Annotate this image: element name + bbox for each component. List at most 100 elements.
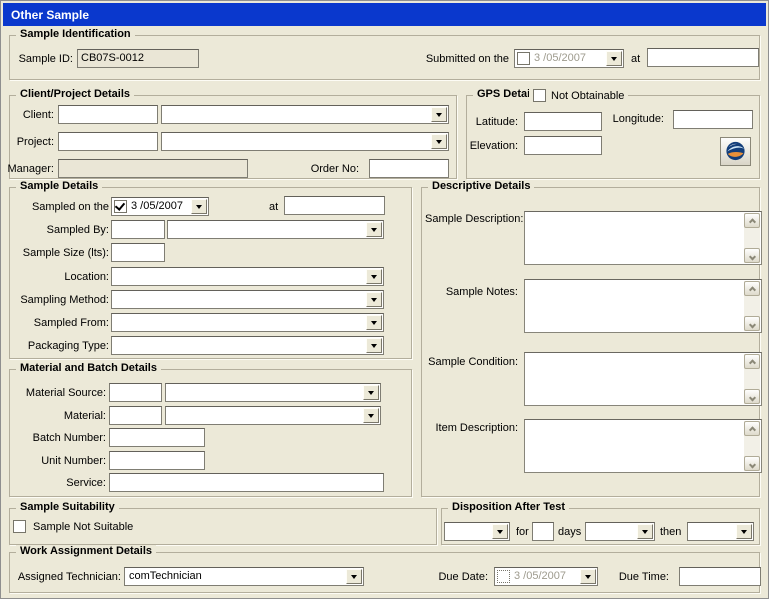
sampling-method-dropdown-button[interactable] (366, 292, 382, 307)
submitted-date-picker[interactable]: 3 /05/2007 (514, 49, 624, 68)
unit-number-label: Unit Number: (9, 455, 106, 468)
sample-description-textarea[interactable] (524, 211, 762, 265)
sampling-method-combo[interactable] (111, 290, 384, 309)
service-field[interactable] (109, 473, 384, 492)
sampled-date-checkbox[interactable] (114, 200, 127, 213)
scrollbar-down-button[interactable] (744, 248, 760, 263)
sampling-method-label: Sampling Method: (9, 294, 109, 307)
dropdown-arrow-icon (368, 391, 374, 395)
submitted-date-value: 3 /05/2007 (534, 52, 586, 65)
not-obtainable-label: Not Obtainable (551, 90, 624, 102)
sampled-by-code-field[interactable] (111, 220, 165, 239)
disposition-period-combo[interactable] (585, 522, 655, 541)
scroll-up-icon (748, 218, 755, 225)
gps-locate-button[interactable] (720, 137, 751, 166)
sample-description-label: Sample Description: (425, 213, 518, 226)
material-source-combo[interactable] (165, 383, 381, 402)
sampled-by-dropdown-button[interactable] (366, 222, 382, 237)
project-code-field[interactable] (58, 132, 158, 151)
submitted-at-field[interactable] (647, 48, 759, 67)
disposition-days-field[interactable] (532, 522, 554, 541)
scrollbar-up-button[interactable] (744, 281, 760, 296)
sample-size-field[interactable] (111, 243, 165, 262)
submitted-date-checkbox[interactable] (517, 52, 530, 65)
sample-not-suitable-checkbox[interactable] (13, 520, 26, 533)
batch-number-label: Batch Number: (9, 432, 106, 445)
assigned-technician-combo[interactable]: comTechnician (124, 567, 364, 586)
disposition-dropdown-button[interactable] (492, 524, 508, 539)
scrollbar-down-button[interactable] (744, 389, 760, 404)
disposition-then-combo[interactable] (687, 522, 754, 541)
material-combo[interactable] (165, 406, 381, 425)
elevation-field[interactable] (524, 136, 602, 155)
packaging-type-dropdown-button[interactable] (366, 338, 382, 353)
sampled-date-picker[interactable]: 3 /05/2007 (111, 197, 209, 216)
group-title-disposition: Disposition After Test (448, 501, 569, 513)
material-dropdown-button[interactable] (363, 408, 379, 423)
due-date-checkbox[interactable] (497, 570, 510, 583)
manager-label: Manager: (3, 163, 54, 176)
scrollbar-down-button[interactable] (744, 316, 760, 331)
client-combo[interactable] (161, 105, 449, 124)
client-code-field[interactable] (58, 105, 158, 124)
dropdown-arrow-icon (585, 575, 591, 579)
item-description-textarea[interactable] (524, 419, 762, 473)
project-dropdown-button[interactable] (431, 134, 447, 149)
dropdown-arrow-icon (371, 321, 377, 325)
disposition-days-label: days (558, 526, 581, 539)
sample-condition-textarea[interactable] (524, 352, 762, 406)
batch-number-field[interactable] (109, 428, 205, 447)
item-description-scrollbar[interactable] (744, 421, 760, 471)
sample-notes-textarea[interactable] (524, 279, 762, 333)
client-dropdown-button[interactable] (431, 107, 447, 122)
not-obtainable-checkbox[interactable] (533, 89, 546, 102)
sampled-by-combo[interactable] (167, 220, 384, 239)
disposition-for-label: for (516, 526, 529, 539)
scroll-up-icon (748, 426, 755, 433)
longitude-field[interactable] (673, 110, 753, 129)
longitude-label: Longitude: (611, 113, 664, 126)
sampled-at-label: at (269, 201, 278, 214)
scroll-up-icon (748, 286, 755, 293)
material-label: Material: (9, 410, 106, 423)
due-date-dropdown-button[interactable] (580, 569, 596, 584)
unit-number-field[interactable] (109, 451, 205, 470)
location-combo[interactable] (111, 267, 384, 286)
material-source-code-field[interactable] (109, 383, 162, 402)
sample-notes-scrollbar[interactable] (744, 281, 760, 331)
sampled-from-dropdown-button[interactable] (366, 315, 382, 330)
item-description-label: Item Description: (425, 422, 518, 435)
project-combo[interactable] (161, 132, 449, 151)
sampled-date-dropdown-button[interactable] (191, 199, 207, 214)
disposition-period-dropdown-button[interactable] (637, 524, 653, 539)
sampled-from-combo[interactable] (111, 313, 384, 332)
scrollbar-up-button[interactable] (744, 421, 760, 436)
disposition-combo[interactable] (444, 522, 510, 541)
scrollbar-up-button[interactable] (744, 354, 760, 369)
disposition-then-dropdown-button[interactable] (736, 524, 752, 539)
packaging-type-combo[interactable] (111, 336, 384, 355)
sample-condition-label: Sample Condition: (425, 356, 518, 369)
scroll-down-icon (748, 253, 755, 260)
location-dropdown-button[interactable] (366, 269, 382, 284)
due-date-picker[interactable]: 3 /05/2007 (494, 567, 598, 586)
assigned-technician-dropdown-button[interactable] (346, 569, 362, 584)
order-no-field[interactable] (369, 159, 449, 178)
scrollbar-down-button[interactable] (744, 456, 760, 471)
material-code-field[interactable] (109, 406, 162, 425)
scrollbar-up-button[interactable] (744, 213, 760, 228)
due-date-label: Due Date: (438, 571, 488, 584)
material-source-dropdown-button[interactable] (363, 385, 379, 400)
group-title-sample-suitability: Sample Suitability (16, 501, 119, 513)
client-label: Client: (3, 109, 54, 122)
submitted-date-dropdown-button[interactable] (606, 51, 622, 66)
latitude-field[interactable] (524, 112, 602, 131)
sample-condition-scrollbar[interactable] (744, 354, 760, 404)
dropdown-arrow-icon (368, 414, 374, 418)
due-time-field[interactable] (679, 567, 761, 586)
sample-description-scrollbar[interactable] (744, 213, 760, 263)
sampled-at-field[interactable] (284, 196, 385, 215)
group-gps-details: GPS Details Not Obtainable (466, 95, 760, 179)
sample-id-field: CB07S-0012 (77, 49, 199, 68)
dropdown-arrow-icon (436, 140, 442, 144)
